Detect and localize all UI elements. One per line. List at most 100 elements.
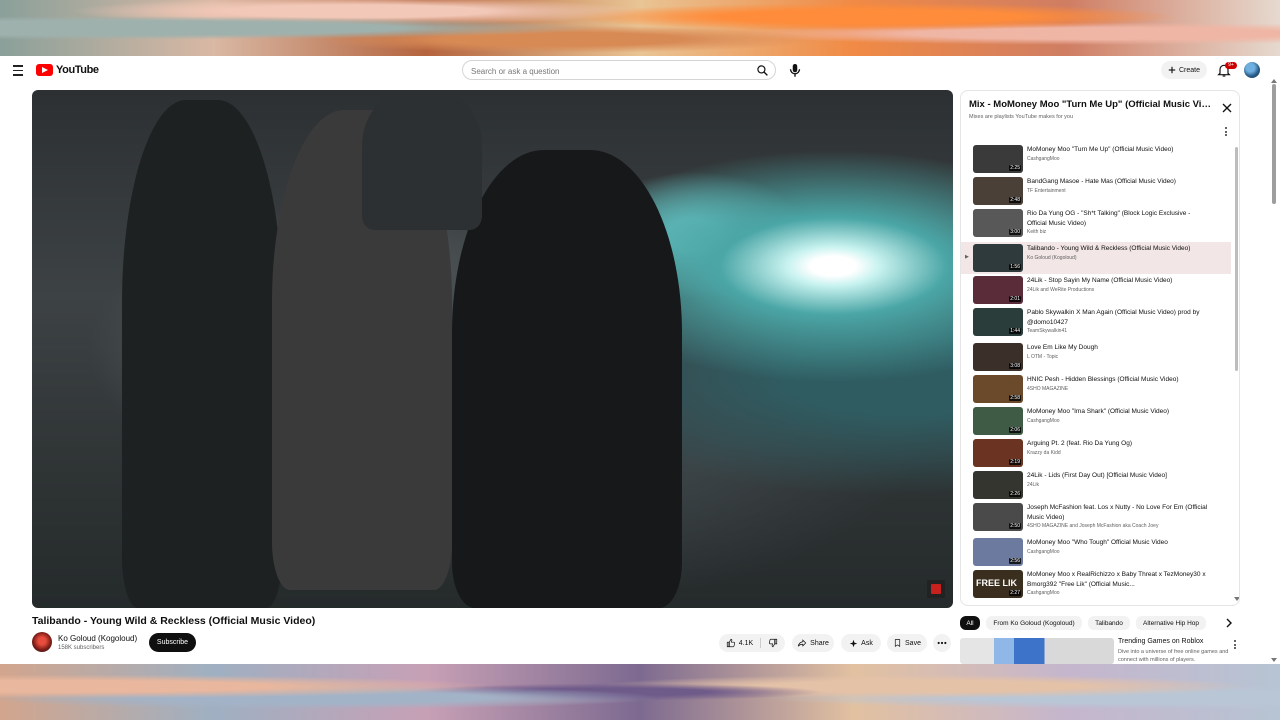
playlist-video-channel: TF Entertainment <box>1027 188 1066 194</box>
sponsored-card[interactable]: Trending Games on Roblox Dive into a uni… <box>960 636 1240 664</box>
playlist-video-title[interactable]: MoMoney Moo "Turn Me Up" (Official Music… <box>1027 145 1209 155</box>
playlist-thumbnail[interactable]: 2:48 <box>973 177 1023 205</box>
playlist-item[interactable]: FREE LIK 2:27 MoMoney Moo x RealRichizzo x… <box>961 568 1231 600</box>
video-duration: 3:00 <box>1009 229 1021 235</box>
save-button[interactable]: Save <box>887 634 927 652</box>
playlist-item[interactable]: 2:01 24Lik - Stop Sayin My Name (Official… <box>961 274 1231 306</box>
close-icon[interactable] <box>1222 103 1232 113</box>
sparkle-icon <box>849 639 858 647</box>
playlist-thumbnail[interactable]: 2:25 <box>973 145 1023 173</box>
playlist-item[interactable]: 2:58 HNIC Pesh - Hidden Blessings (Offici… <box>961 373 1231 405</box>
save-label: Save <box>905 639 921 647</box>
playlist-item[interactable]: 2:48 BandGang Masoe - Hate Mas (Official … <box>961 175 1231 207</box>
page-scrollbar[interactable] <box>1272 84 1276 204</box>
more-actions-button[interactable] <box>933 634 951 652</box>
playlist-video-title[interactable]: BandGang Masoe - Hate Mas (Official Musi… <box>1027 177 1209 187</box>
related-chips: All From Ko Goloud (Kogoloud) Talibando Alt… <box>960 614 1240 634</box>
playlist-items: 2:25 MoMoney Moo "Turn Me Up" (Official M… <box>961 143 1231 605</box>
create-button[interactable]: Create <box>1161 61 1207 79</box>
channel-avatar[interactable] <box>32 632 52 652</box>
ask-label: Ask <box>861 639 873 647</box>
video-duration: 2:26 <box>1009 491 1021 497</box>
plus-icon <box>1168 66 1176 74</box>
playlist-item[interactable]: ▶ 1:56 Talibando - Young Wild & Reckless (… <box>961 242 1231 274</box>
thumbs-up-icon[interactable] <box>726 638 736 648</box>
account-avatar[interactable] <box>1244 62 1260 78</box>
playlist-item[interactable]: 2:19 Arguing Pt. 2 (feat. Rio Da Yung Og)… <box>961 437 1231 469</box>
page-scroll-up-icon[interactable] <box>1271 79 1277 83</box>
playlist-video-title[interactable]: 24Lik - Stop Sayin My Name (Official Mus… <box>1027 276 1209 286</box>
like-count[interactable]: 4.1K <box>739 640 753 647</box>
filter-chip[interactable]: From Ko Goloud (Kogoloud) <box>986 616 1082 630</box>
bookmark-icon <box>894 639 901 648</box>
scroll-down-arrow-icon[interactable] <box>1234 597 1239 601</box>
video-duration: 1:44 <box>1009 328 1021 334</box>
playlist-thumbnail[interactable]: 2:19 <box>973 439 1023 467</box>
playlist-item[interactable]: 2:25 MoMoney Moo "Turn Me Up" (Official M… <box>961 143 1231 175</box>
playlist-video-title[interactable]: MoMoney Moo "Ima Shark" (Official Music … <box>1027 407 1209 417</box>
menu-icon[interactable] <box>10 62 26 78</box>
playlist-item[interactable]: 1:44 Pablo Skywalkin X Man Again (Officia… <box>961 306 1231 338</box>
video-frame-figure <box>122 100 282 608</box>
playlist-thumbnail[interactable]: 2:06 <box>973 407 1023 435</box>
desktop-wallpaper-bottom <box>0 664 1280 720</box>
ad-title[interactable]: Trending Games on Roblox <box>1118 638 1203 645</box>
playlist-thumbnail[interactable]: 3:00 <box>973 209 1023 237</box>
chevron-right-icon[interactable] <box>1225 618 1233 628</box>
playlist-thumbnail[interactable]: FREE LIK 2:27 <box>973 570 1023 598</box>
playlist-item[interactable]: 2:26 24Lik - Lids (First Day Out) [Offici… <box>961 469 1231 501</box>
video-frame-figure <box>362 90 482 230</box>
playlist-menu-icon[interactable] <box>1223 127 1229 137</box>
playlist-video-title[interactable]: MoMoney Moo "Who Tough" Official Music V… <box>1027 538 1209 548</box>
playlist-video-channel: 4SHO MAGAZINE <box>1027 386 1069 392</box>
playlist-thumbnail[interactable]: 1:44 <box>973 308 1023 336</box>
playlist-thumbnail[interactable]: 1:56 <box>973 244 1023 272</box>
channel-name[interactable]: Ko Goloud (Kogoloud) <box>58 634 137 643</box>
search-input[interactable] <box>469 63 753 79</box>
filter-chip[interactable]: Alternative Hip Hop <box>1136 616 1206 630</box>
video-player[interactable] <box>32 90 953 608</box>
subscribe-button[interactable]: Subscribe <box>149 633 196 652</box>
notification-badge: 9+ <box>1225 62 1237 69</box>
playlist-video-title[interactable]: Joseph McFashion feat. Los x Nutty - No … <box>1027 503 1209 523</box>
playlist-video-title[interactable]: Rio Da Yung OG - "Sh*t Talking" (Block L… <box>1027 209 1209 229</box>
share-button[interactable]: Share <box>792 634 834 652</box>
microphone-icon[interactable] <box>786 61 804 79</box>
thumbs-down-icon[interactable] <box>768 638 778 648</box>
playlist-item[interactable]: 3:08 Love Em Like My Dough L OTM - Topic <box>961 341 1231 373</box>
playlist-thumbnail[interactable]: 2:01 <box>973 276 1023 304</box>
search-icon[interactable] <box>756 64 769 77</box>
playlist-item[interactable]: 2:06 MoMoney Moo "Ima Shark" (Official Mu… <box>961 405 1231 437</box>
playlist-video-title[interactable]: Pablo Skywalkin X Man Again (Official Mu… <box>1027 308 1209 328</box>
playlist-thumbnail[interactable]: 2:56 <box>973 538 1023 566</box>
search-box <box>462 60 776 80</box>
playlist-thumbnail[interactable]: 2:58 <box>973 375 1023 403</box>
filter-chip[interactable]: All <box>960 616 980 630</box>
playlist-thumbnail[interactable]: 2:26 <box>973 471 1023 499</box>
ad-thumbnail[interactable] <box>960 638 1114 664</box>
playlist-scrollbar[interactable] <box>1235 147 1238 371</box>
playlist-video-title[interactable]: Love Em Like My Dough <box>1027 343 1209 353</box>
video-duration: 2:01 <box>1009 296 1021 302</box>
playlist-item[interactable]: 3:00 Rio Da Yung OG - "Sh*t Talking" (Blo… <box>961 207 1231 239</box>
ad-menu-icon[interactable] <box>1233 640 1237 650</box>
playlist-video-title[interactable]: MoMoney Moo x RealRichizzo x Baby Threat… <box>1027 570 1209 590</box>
playlist-thumbnail[interactable]: 2:50 <box>973 503 1023 531</box>
playlist-item[interactable]: 2:50 Joseph McFashion feat. Los x Nutty -… <box>961 501 1231 533</box>
playlist-video-title[interactable]: HNIC Pesh - Hidden Blessings (Official M… <box>1027 375 1209 385</box>
playlist-video-title[interactable]: Arguing Pt. 2 (feat. Rio Da Yung Og) <box>1027 439 1209 449</box>
youtube-logo-icon <box>36 64 53 76</box>
ask-button[interactable]: Ask <box>841 634 881 652</box>
playlist-video-title[interactable]: 24Lik - Lids (First Day Out) [Official M… <box>1027 471 1209 481</box>
filter-chip[interactable]: Talibando <box>1088 616 1130 630</box>
video-duration: 2:58 <box>1009 395 1021 401</box>
like-divider <box>760 638 762 648</box>
video-duration: 1:56 <box>1009 264 1021 270</box>
playlist-thumbnail[interactable]: 3:08 <box>973 343 1023 371</box>
youtube-logo[interactable]: YouTube <box>36 63 99 77</box>
playlist-item[interactable]: 2:56 MoMoney Moo "Who Tough" Official Mus… <box>961 536 1231 568</box>
playlist-video-title[interactable]: Talibando - Young Wild & Reckless (Offic… <box>1027 244 1209 254</box>
like-dislike-bar: 4.1K <box>719 634 785 652</box>
playlist-title[interactable]: Mix - MoMoney Moo "Turn Me Up" (Official… <box>969 99 1214 110</box>
page-scroll-down-icon[interactable] <box>1271 658 1277 662</box>
